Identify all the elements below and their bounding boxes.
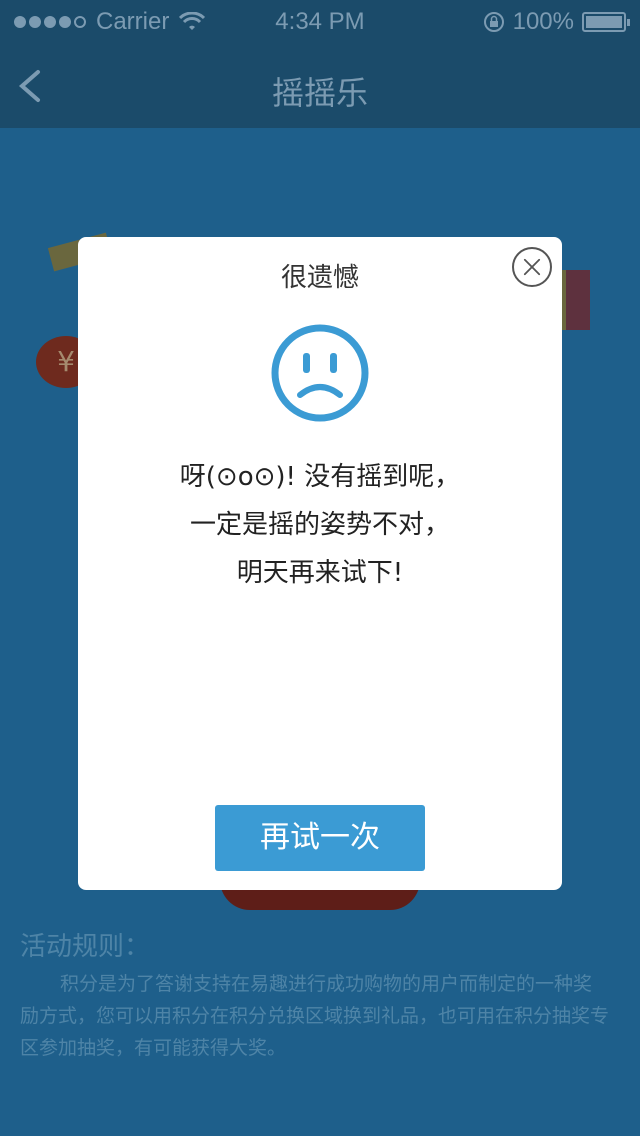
sad-face-icon bbox=[271, 324, 369, 422]
message-line: 明天再来试下! bbox=[236, 558, 404, 588]
retry-button[interactable]: 再试一次 bbox=[215, 805, 425, 871]
rules-title: 活动规则： bbox=[20, 932, 151, 962]
dialog-title: 很遗憾 bbox=[280, 263, 359, 293]
rules-text: 积分是为了答谢支持在易趣进行成功购物的用户而制定的一种奖励方式，您可以用积分在积… bbox=[20, 973, 610, 1059]
message-line: 一定是摇的姿势不对， bbox=[189, 510, 450, 540]
close-icon[interactable] bbox=[512, 247, 552, 287]
battery-percent: 100% bbox=[512, 8, 574, 35]
message-line: 呀(⊙o⊙)! 没有摇到呢， bbox=[179, 462, 461, 492]
page-title: 摇摇乐 bbox=[271, 74, 368, 112]
dialog-message: 呀(⊙o⊙)! 没有摇到呢， 一定是摇的姿势不对， 明天再来试下! bbox=[78, 453, 562, 597]
status-right: 100% bbox=[483, 8, 630, 36]
navigation-bar: 摇摇乐 bbox=[0, 40, 640, 128]
battery-icon bbox=[582, 12, 630, 32]
status-bar: Carrier 4:34 PM 100% bbox=[0, 0, 640, 40]
rotation-lock-icon bbox=[483, 12, 504, 32]
result-dialog: 很遗憾 呀(⊙o⊙)! 没有摇到呢， 一定是摇的姿势不对， 明天再来试下! 再试… bbox=[78, 237, 562, 890]
